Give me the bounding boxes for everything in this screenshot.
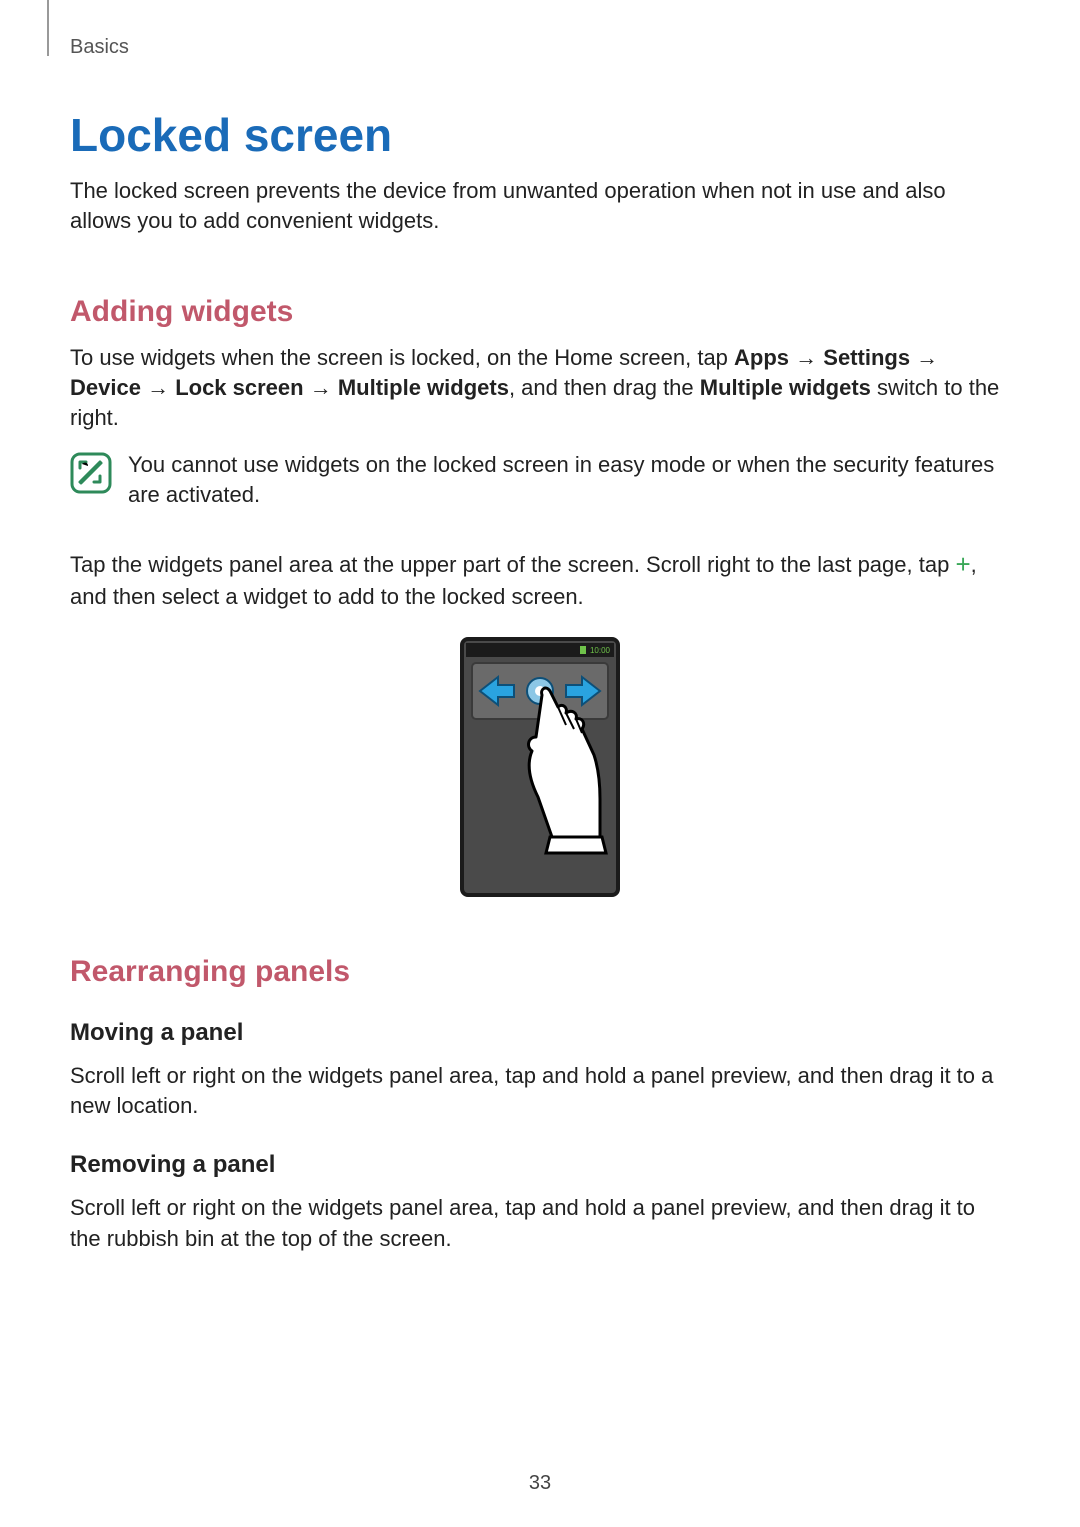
intro-paragraph: The locked screen prevents the device fr… — [70, 176, 1010, 237]
illustration-widget-scroll: 10:00 — [70, 637, 1010, 897]
arrow-icon: → — [304, 375, 338, 400]
label-multiple-widgets-2: Multiple widgets — [700, 375, 871, 400]
text-fragment: , and then drag the — [509, 375, 700, 400]
label-device: Device — [70, 375, 141, 400]
page-number: 33 — [0, 1472, 1080, 1495]
section-heading-rearranging-panels: Rearranging panels — [70, 955, 1010, 989]
arrow-icon: → — [141, 375, 175, 400]
label-multiple-widgets: Multiple widgets — [338, 375, 509, 400]
page-title: Locked screen — [70, 108, 1010, 162]
plus-icon: + — [955, 549, 970, 579]
note-icon — [70, 452, 112, 499]
note-text: You cannot use widgets on the locked scr… — [128, 450, 1010, 511]
text-fragment: To use widgets when the screen is locked… — [70, 345, 734, 370]
status-time-text: 10:00 — [590, 646, 611, 655]
arrow-icon: → — [789, 345, 823, 370]
breadcrumb: Basics — [70, 36, 129, 59]
label-lock-screen: Lock screen — [175, 375, 303, 400]
text-fragment: Tap the widgets panel area at the upper … — [70, 552, 955, 577]
arrow-icon: → — [910, 345, 938, 370]
removing-panel-text: Scroll left or right on the widgets pane… — [70, 1193, 1010, 1254]
subheading-moving-panel: Moving a panel — [70, 1019, 1010, 1047]
header-tick-mark — [47, 0, 49, 56]
adding-widgets-paragraph-1: To use widgets when the screen is locked… — [70, 343, 1010, 434]
note-callout: You cannot use widgets on the locked scr… — [70, 450, 1010, 511]
moving-panel-text: Scroll left or right on the widgets pane… — [70, 1061, 1010, 1122]
section-heading-adding-widgets: Adding widgets — [70, 295, 1010, 329]
subheading-removing-panel: Removing a panel — [70, 1151, 1010, 1179]
label-apps: Apps — [734, 345, 789, 370]
label-settings: Settings — [823, 345, 910, 370]
adding-widgets-paragraph-2: Tap the widgets panel area at the upper … — [70, 547, 1010, 613]
